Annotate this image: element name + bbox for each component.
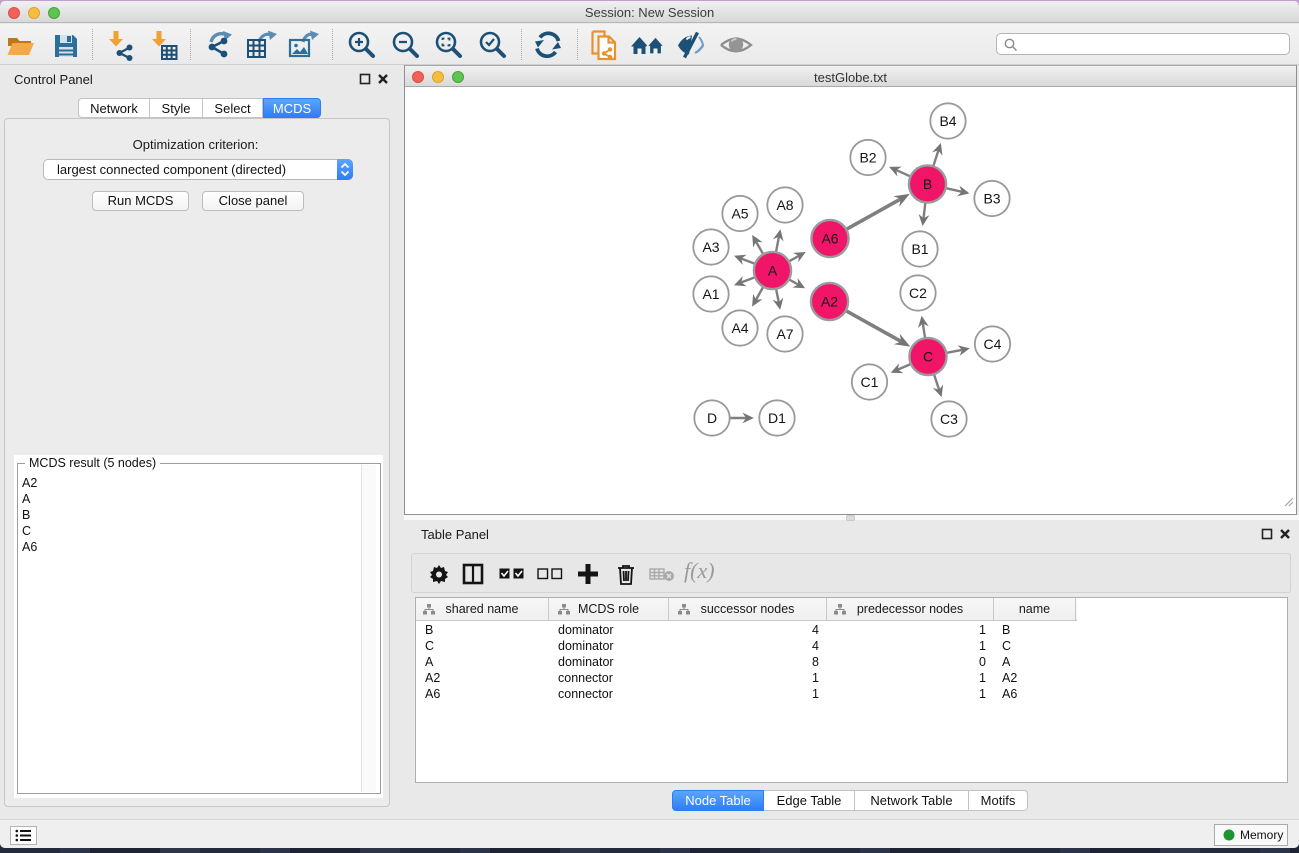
svg-text:A2: A2 bbox=[821, 294, 838, 310]
svg-text:A1: A1 bbox=[702, 286, 719, 302]
svg-text:A6: A6 bbox=[821, 231, 838, 247]
svg-text:A8: A8 bbox=[776, 197, 793, 213]
svg-text:D: D bbox=[707, 410, 717, 426]
svg-text:C2: C2 bbox=[909, 285, 927, 301]
svg-text:B: B bbox=[923, 176, 932, 192]
svg-text:A4: A4 bbox=[731, 320, 748, 336]
svg-text:B3: B3 bbox=[983, 191, 1000, 207]
svg-text:B2: B2 bbox=[859, 150, 876, 166]
svg-text:C: C bbox=[923, 349, 933, 365]
svg-text:A: A bbox=[768, 263, 778, 279]
svg-text:C4: C4 bbox=[984, 336, 1002, 352]
svg-text:A3: A3 bbox=[702, 239, 719, 255]
svg-text:D1: D1 bbox=[768, 410, 786, 426]
svg-text:C1: C1 bbox=[861, 374, 879, 390]
svg-text:B1: B1 bbox=[911, 241, 928, 257]
svg-text:A5: A5 bbox=[731, 206, 748, 222]
svg-text:C3: C3 bbox=[940, 411, 958, 427]
svg-text:A7: A7 bbox=[776, 326, 793, 342]
svg-text:B4: B4 bbox=[939, 113, 956, 129]
